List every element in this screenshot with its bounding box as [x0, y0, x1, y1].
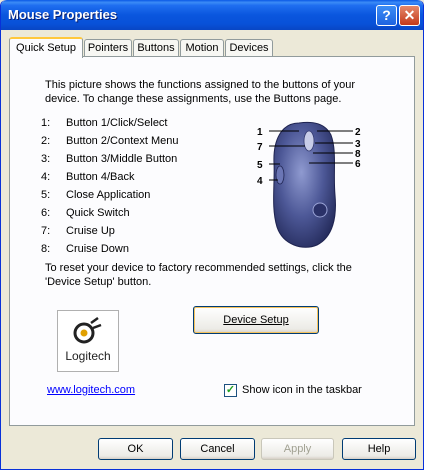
scroll-wheel [303, 130, 315, 152]
function-label: Button 3/Middle Button [66, 153, 178, 165]
ok-button[interactable]: OK [98, 438, 173, 460]
logo-wordmark: Logitech [65, 349, 111, 363]
apply-button[interactable]: Apply [261, 438, 334, 460]
logo-mark-icon [312, 202, 328, 218]
function-item: 8: Cruise Down [34, 240, 179, 258]
thumb-button [275, 165, 285, 185]
tab-quick-setup[interactable]: Quick Setup [9, 37, 83, 58]
callout-label: 7 [257, 142, 263, 153]
function-item: 7: Cruise Up [34, 222, 179, 240]
function-label: Button 2/Context Menu [66, 135, 179, 147]
help-button[interactable]: Help [342, 438, 416, 460]
show-icon-checkbox[interactable]: ✓ [224, 384, 237, 397]
function-number: 6: [41, 207, 51, 219]
show-icon-label[interactable]: Show icon in the taskbar [242, 384, 362, 396]
function-item: 1: Button 1/Click/Select [34, 114, 179, 132]
function-item: 4: Button 4/Back [34, 168, 179, 186]
function-label: Button 1/Click/Select [66, 117, 168, 129]
device-setup-label: Device Setup [223, 314, 289, 326]
logitech-website-link[interactable]: www.logitech.com [47, 384, 135, 396]
function-label: Cruise Up [66, 225, 115, 237]
help-icon[interactable]: ? [376, 5, 397, 26]
mouse-properties-window: Mouse Properties ? ✕ Quick Setup Pointer… [0, 0, 424, 470]
intro-text: This picture shows the functions assigne… [45, 79, 356, 105]
function-number: 7: [41, 225, 51, 237]
callout-label: 6 [355, 159, 361, 170]
function-item: 5: Close Application [34, 186, 179, 204]
tab-motion[interactable]: Motion [180, 39, 224, 57]
function-item: 2: Button 2/Context Menu [34, 132, 179, 150]
reset-instructions: To reset your device to factory recommen… [45, 262, 352, 288]
window-title: Mouse Properties [8, 7, 118, 22]
callout-label: 5 [257, 160, 263, 171]
tab-devices[interactable]: Devices [225, 39, 273, 57]
eye-logo-icon [73, 316, 102, 344]
function-label: Close Application [66, 189, 151, 201]
function-label: Cruise Down [66, 243, 129, 255]
close-icon[interactable]: ✕ [399, 5, 420, 26]
callout-label: 4 [257, 176, 263, 187]
function-number: 3: [41, 153, 51, 165]
device-setup-button[interactable]: Device Setup [193, 306, 319, 334]
quick-setup-panel: This picture shows the functions assigne… [9, 56, 415, 426]
function-item: 6: Quick Switch [34, 204, 179, 222]
tab-buttons[interactable]: Buttons [133, 39, 179, 57]
function-label: Quick Switch [66, 207, 130, 219]
function-number: 4: [41, 171, 51, 183]
tab-pointers[interactable]: Pointers [84, 39, 132, 57]
function-number: 5: [41, 189, 51, 201]
cancel-button[interactable]: Cancel [180, 438, 255, 460]
logitech-logo: Logitech [57, 310, 119, 372]
function-number: 8: [41, 243, 51, 255]
title-bar[interactable]: Mouse Properties ? ✕ [1, 0, 423, 30]
callout-label: 1 [257, 127, 263, 138]
function-number: 2: [41, 135, 51, 147]
button-function-list: 1: Button 1/Click/Select 2: Button 2/Conte… [34, 114, 179, 258]
function-label: Button 4/Back [66, 171, 135, 183]
function-number: 1: [41, 117, 51, 129]
function-item: 3: Button 3/Middle Button [34, 150, 179, 168]
callout-label: 2 [355, 127, 361, 138]
mouse-diagram: 1 7 5 4 2 3 8 6 [257, 121, 361, 248]
